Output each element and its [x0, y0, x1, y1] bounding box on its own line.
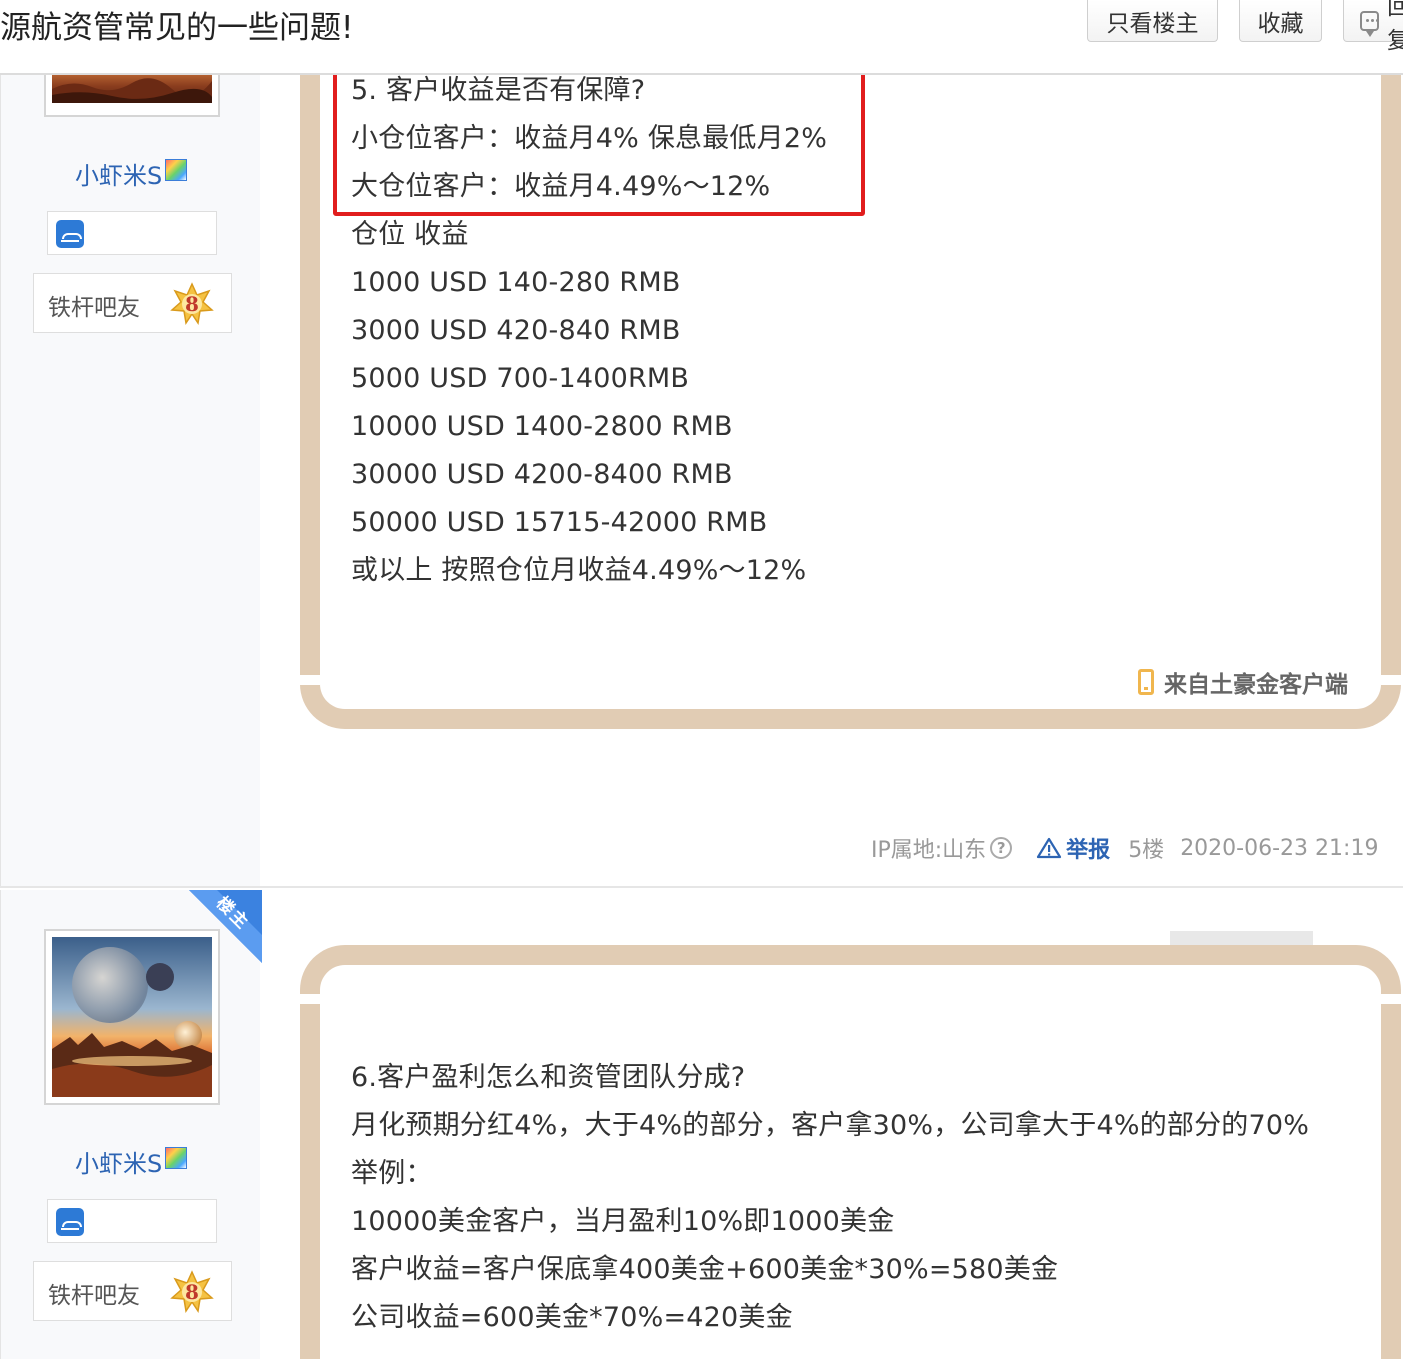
- post-timestamp: 2020-06-23 21:19: [1180, 835, 1379, 861]
- user-sidebar: 楼主 小虾米S 铁杆吧友 8: [0, 890, 262, 1359]
- content-line: 公司收益=600美金*70%=420美金: [351, 1302, 793, 1333]
- floor-number: 5楼: [1128, 838, 1165, 863]
- post-floor-5: 小虾米S 铁杆吧友 8 5. 客户收益是否有保障? 小仓位客户：收益月4% 保息…: [0, 35, 1403, 888]
- zodiac-badge[interactable]: [47, 211, 217, 255]
- frame-notch: [300, 994, 320, 1004]
- post-body: 6.客户盈利怎么和资管团队分成? 月化预期分红4%，大于4%的部分，客户拿30%…: [351, 1054, 1309, 1342]
- post-meta: IP属地:山东 ? 举报 5楼 2020-06-23 21:19: [871, 832, 1378, 864]
- content-line: 6.客户盈利怎么和资管团队分成?: [351, 1062, 746, 1093]
- username-link[interactable]: 小虾米S: [75, 156, 188, 191]
- libra-icon: [56, 1208, 84, 1236]
- level-number: 8: [185, 1280, 199, 1304]
- report-link[interactable]: 举报: [1036, 832, 1110, 864]
- libra-icon: [56, 220, 84, 248]
- username-link[interactable]: 小虾米S: [75, 1144, 188, 1179]
- avatar-image: [52, 69, 212, 109]
- content-line: 10000美金客户，当月盈利10%即1000美金: [351, 1206, 895, 1237]
- level-number: 8: [185, 292, 199, 316]
- help-icon[interactable]: ?: [990, 837, 1013, 859]
- content-line: 1000 USD 140-280 RMB: [351, 267, 681, 298]
- frame-notch: [300, 675, 320, 685]
- level-name: 铁杆吧友: [48, 295, 140, 321]
- thread-header: 源航资管常见的一些问题! 只看楼主 收藏 回复: [0, 0, 1403, 75]
- content-line: 客户收益=客户保底拿400美金+600美金*30%=580美金: [351, 1254, 1059, 1285]
- content-line: 仓位 收益: [351, 219, 469, 250]
- frame-notch: [1381, 675, 1401, 685]
- level-name: 铁杆吧友: [48, 1283, 140, 1309]
- client-source-text: 来自土豪金客户端: [1164, 672, 1348, 698]
- rainbow-badge-icon: [165, 158, 188, 181]
- level-badge[interactable]: 铁杆吧友 8: [33, 273, 232, 333]
- content-line: 3000 USD 420-840 RMB: [351, 315, 681, 346]
- rainbow-badge-icon: [165, 1146, 188, 1169]
- ip-location: IP属地:山东: [871, 838, 987, 863]
- content-line: 或以上 按照仓位月收益4.49%～12%: [351, 555, 807, 586]
- content-line: 30000 USD 4200-8400 RMB: [351, 459, 733, 490]
- content-line: 月化预期分红4%，大于4%的部分，客户拿30%，公司拿大于4%的部分的70%: [351, 1110, 1310, 1141]
- level-badge[interactable]: 铁杆吧友 8: [33, 1261, 232, 1321]
- thread-title: 源航资管常见的一些问题!: [0, 10, 354, 46]
- reply-label: 回复: [1387, 0, 1403, 54]
- report-label: 举报: [1066, 838, 1111, 863]
- content-line: 举例：: [351, 1158, 433, 1189]
- username-text: 小虾米S: [75, 162, 163, 190]
- user-sidebar: 小虾米S 铁杆吧友 8: [0, 61, 260, 886]
- content-line: 10000 USD 1400-2800 RMB: [351, 411, 733, 442]
- grey-tab: [1170, 931, 1313, 945]
- post-floor-6: 楼主 小虾米S 铁杆吧友 8 6.客户盈利怎么和资管团队分成? 月化预期分红4%…: [0, 890, 1403, 1359]
- content-line: 5000 USD 700-1400RMB: [351, 363, 690, 394]
- content-line: 50000 USD 15715-42000 RMB: [351, 507, 768, 538]
- avatar-image: [52, 937, 212, 1097]
- red-highlight-box: [333, 64, 865, 216]
- favorite-button[interactable]: 收藏: [1239, 0, 1322, 42]
- only-op-button[interactable]: 只看楼主: [1087, 0, 1218, 42]
- client-source-link[interactable]: 来自土豪金客户端: [1138, 665, 1348, 699]
- zodiac-badge[interactable]: [47, 1199, 217, 1243]
- username-text: 小虾米S: [75, 1150, 163, 1178]
- phone-icon: [1138, 669, 1154, 695]
- warning-icon: [1037, 837, 1062, 859]
- comment-icon: [1360, 10, 1380, 37]
- reply-button[interactable]: 回复: [1343, 0, 1403, 54]
- frame-notch: [1381, 994, 1401, 1004]
